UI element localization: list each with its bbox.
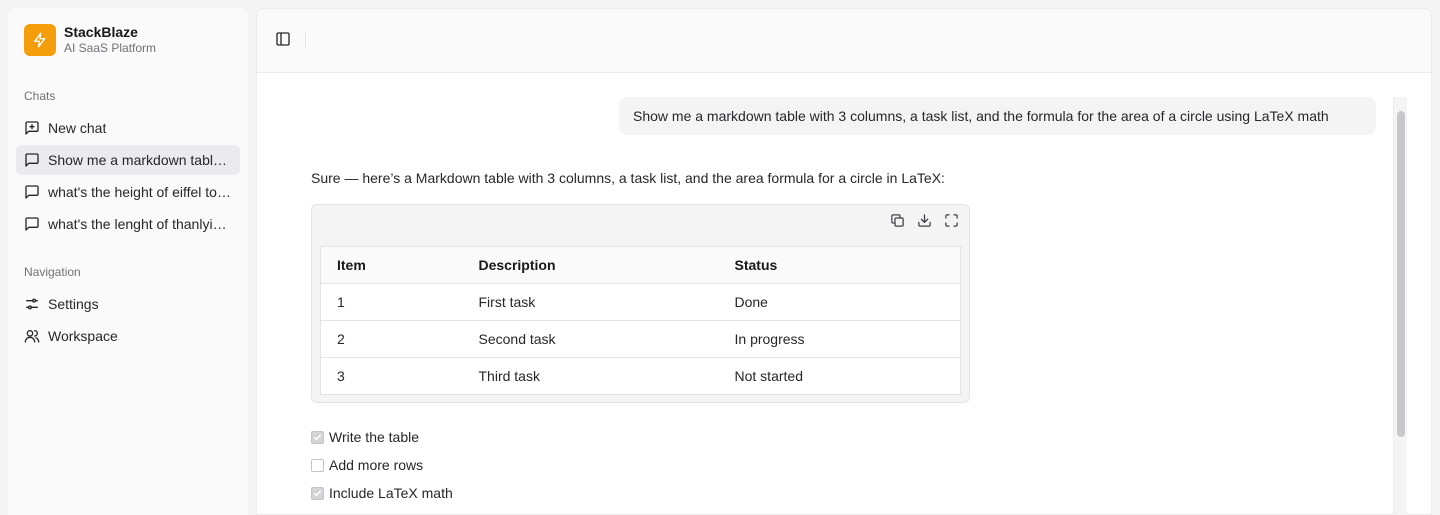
- task-item: Write the table: [311, 423, 453, 451]
- copy-icon: [890, 213, 905, 233]
- download-icon: [917, 213, 932, 233]
- new-chat-label: New chat: [48, 120, 107, 136]
- workspace-nav-item[interactable]: Workspace: [16, 321, 240, 351]
- message-square-icon: [24, 184, 40, 200]
- table-card: Item Description Status 1 First task Don…: [311, 204, 970, 403]
- settings-nav-item[interactable]: Settings: [16, 289, 240, 319]
- assistant-intro-text: Sure — here’s a Markdown table with 3 co…: [311, 170, 945, 186]
- table-cell: Done: [718, 283, 961, 321]
- workspace-label: Workspace: [48, 328, 118, 344]
- user-message-bubble: Show me a markdown table with 3 columns,…: [619, 97, 1376, 135]
- message-square-icon: [24, 152, 40, 168]
- chat-item-thanlyin[interactable]: what's the lenght of thanlyin bridge: [16, 209, 240, 239]
- chat-item-eiffel[interactable]: what's the height of eiffel tower: [16, 177, 240, 207]
- users-icon: [24, 328, 40, 344]
- brand[interactable]: StackBlaze AI SaaS Platform: [24, 24, 156, 56]
- table-header-cell: Item: [320, 246, 463, 284]
- sidebar: StackBlaze AI SaaS Platform Chats New ch…: [8, 8, 248, 515]
- fullscreen-icon: [944, 213, 959, 233]
- task-label: Write the table: [329, 429, 420, 445]
- table-header-cell: Status: [718, 246, 961, 284]
- table-cell: 2: [320, 320, 463, 358]
- bolt-icon: [24, 24, 56, 56]
- topbar: [257, 9, 1431, 73]
- chat-item-label: what's the lenght of thanlyin bridge: [48, 216, 232, 232]
- sliders-icon: [24, 296, 40, 312]
- fullscreen-table-button[interactable]: [943, 213, 959, 233]
- sidebar-toggle-icon: [275, 31, 291, 52]
- table-cell: 1: [320, 283, 463, 321]
- brand-name: StackBlaze: [64, 24, 138, 40]
- task-checkbox-checked[interactable]: [311, 430, 324, 444]
- table-cell: 3: [337, 368, 345, 384]
- chat-item-label: what's the height of eiffel tower: [48, 184, 232, 200]
- brand-subtitle: AI SaaS Platform: [64, 41, 157, 55]
- copy-table-button[interactable]: [889, 213, 905, 233]
- table-cell: Third task: [478, 368, 540, 384]
- topbar-divider: [305, 33, 306, 49]
- task-list: Write the table Add more rows Include La…: [311, 423, 453, 507]
- scrollbar-thumb[interactable]: [1397, 111, 1405, 437]
- message-square-icon: [24, 216, 40, 232]
- task-item: Add more rows: [311, 451, 453, 479]
- table-header-row: Item Description Status: [320, 246, 961, 284]
- task-label: Include LaTeX math: [329, 485, 453, 501]
- square-plus-icon: [24, 120, 40, 136]
- markdown-table: Item Description Status 1 First task Don…: [320, 246, 961, 395]
- download-table-button[interactable]: [916, 213, 932, 233]
- task-label: Add more rows: [329, 457, 424, 473]
- chats-section-label: Chats: [24, 89, 56, 103]
- table-cell: Not started: [734, 368, 803, 384]
- table-cell: In progress: [718, 320, 961, 358]
- table-header-cell: Description: [462, 246, 719, 284]
- table-cell: Second task: [462, 320, 719, 358]
- task-item: Include LaTeX math: [311, 479, 453, 507]
- settings-label: Settings: [48, 296, 99, 312]
- chat-item-markdown-table[interactable]: Show me a markdown table with 3 columns,…: [16, 145, 240, 175]
- task-checkbox-unchecked[interactable]: [311, 458, 324, 472]
- table-row: 2 Second task In progress: [320, 320, 961, 358]
- task-checkbox-checked[interactable]: [311, 486, 324, 500]
- table-toolbar: [889, 213, 959, 233]
- app: StackBlaze AI SaaS Platform Chats New ch…: [0, 0, 1440, 515]
- new-chat-button[interactable]: New chat: [16, 113, 240, 143]
- main-panel: Show me a markdown table with 3 columns,…: [256, 8, 1432, 515]
- table-cell: First task: [462, 283, 719, 321]
- navigation-section-label: Navigation: [24, 265, 81, 279]
- chat-item-label: Show me a markdown table with 3 columns,…: [48, 152, 232, 168]
- sidebar-toggle-button[interactable]: [273, 31, 293, 51]
- table-row: 1 First task Done: [320, 283, 961, 321]
- conversation-scrollbar[interactable]: [1393, 97, 1407, 515]
- table-row: 3 Third task Not started: [321, 358, 961, 395]
